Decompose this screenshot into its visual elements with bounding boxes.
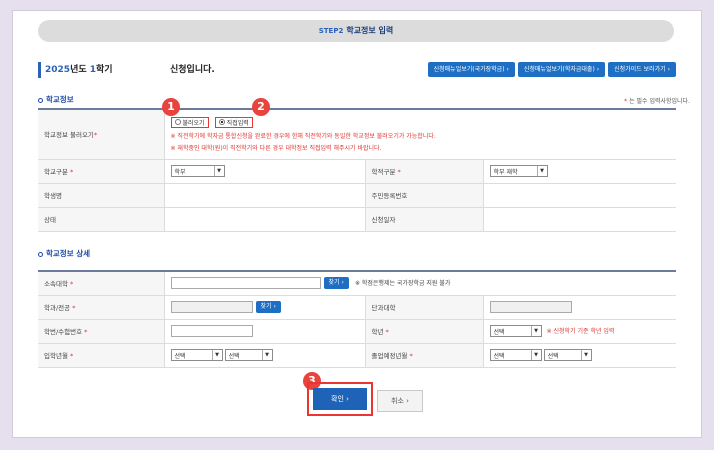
application-status: 신청입니다. [170,65,215,75]
university-label: 소속대학 * [38,271,164,296]
graduation-label: 졸업예정년월 * [364,343,483,368]
college-input [489,301,572,313]
chevron-down-icon: ▼ [213,166,224,176]
guide-buttons: 신청매뉴얼보기(국가장학금) › 신청매뉴얼보기(학자금대출) › 신청가이드 … [427,62,676,77]
chevron-down-icon: ▼ [211,350,222,360]
apply-date-value [482,207,676,232]
student-name-value [163,183,365,208]
graduation-year-select[interactable]: 선택 ▼ [489,349,542,361]
school-type-select[interactable]: 학부 ▼ [170,165,225,177]
section-bullet-icon [38,97,43,103]
chevron-down-icon: ▼ [530,350,541,360]
grade-note: ※ 신청학기 기준 학년 입력 [546,328,615,335]
cancel-button[interactable]: 취소 › [377,390,423,412]
state-value [163,207,365,232]
apply-date-label: 신청일자 [364,207,483,232]
university-note: ※ 학점은행제는 국가장학금 지원 불가 [354,280,451,288]
load-options: 불러오기 직접입력 ※ 직전학기에 학자금 통합신청을 완료한 경우에 한해 직… [163,109,676,160]
chevron-down-icon: ▼ [530,326,541,336]
callout-badge-2: 2 [252,98,270,116]
school-detail-title: 학교정보 상세 [38,248,90,259]
required-note: * 는 필수 입력사항입니다. [624,98,690,105]
radio-load-icon [174,119,181,126]
admission-year-select[interactable]: 선택 ▼ [170,349,223,361]
state-label: 상태 [38,207,164,232]
semester-row: 2025년도 1학기 신청입니다. 신청매뉴얼보기(국가장학금) › 신청매뉴얼… [38,62,676,78]
major-find-button[interactable]: 찾기 › [255,301,281,313]
chevron-down-icon: ▼ [580,350,591,360]
university-find-button[interactable]: 찾기 › [323,277,349,290]
resident-no-label: 주민등록번호 [364,183,483,208]
status-type-label: 학적구분 * [364,159,483,184]
load-label: 학교정보 불러오기* [38,109,164,160]
step-title: 학교정보 입력 [346,26,394,35]
school-type-label: 학교구분 * [38,159,164,184]
admission-month-select[interactable]: 선택 ▼ [224,349,273,361]
load-notice-2: ※ 재학중인 대학(원)이 직전학기와 다른 경우 대학정보 직접입력 해주시기… [170,144,382,152]
chevron-down-icon: ▼ [261,350,272,360]
graduation-month-select[interactable]: 선택 ▼ [543,349,592,361]
school-detail-table: 소속대학 * 찾기 › ※ 학점은행제는 국가장학금 지원 불가 학과/전공 *… [38,270,676,368]
confirm-button[interactable]: 확인 › [313,388,367,410]
school-info-title: 학교정보 [38,94,74,105]
grade-label: 학년 * [364,319,483,344]
step-banner: STEP2 학교정보 입력 [38,20,674,42]
major-input[interactable] [170,301,253,313]
guide-button[interactable]: 신청가이드 보러가기 › [608,62,676,77]
college-label: 단과대학 [364,295,483,320]
step-label: STEP2 [318,27,344,35]
radio-direct-icon [218,119,225,126]
callout-badge-1: 1 [162,98,180,116]
radio-load[interactable]: 불러오기 [170,116,209,128]
major-label: 학과/전공 * [38,295,164,320]
semester-title: 2025년도 1학기 [38,62,113,78]
school-info-table: 학교정보 불러오기* 불러오기 직접입력 ※ 직전학기에 학자금 통합신청을 완… [38,108,676,232]
radio-direct[interactable]: 직접입력 [214,116,253,128]
resident-no-value [482,183,676,208]
grade-select[interactable]: 선택 ▼ [489,325,542,337]
student-no-label: 학번/수험번호 * [38,319,164,344]
confirm-highlight: 확인 › [307,382,373,416]
student-no-input[interactable] [170,325,253,337]
manual-scholarship-button[interactable]: 신청매뉴얼보기(국가장학금) › [427,62,515,77]
load-notice-1: ※ 직전학기에 학자금 통합신청을 완료한 경우에 한해 직전학기와 동일한 학… [170,132,436,140]
chevron-down-icon: ▼ [536,166,547,176]
admission-label: 입학년월 * [38,343,164,368]
manual-loan-button[interactable]: 신청매뉴얼보기(학자금대출) › [517,62,606,77]
student-name-label: 학생명 [38,183,164,208]
status-type-select[interactable]: 학부 재학 ▼ [489,165,548,177]
section-bullet-icon [38,251,43,257]
university-input[interactable] [170,277,321,290]
